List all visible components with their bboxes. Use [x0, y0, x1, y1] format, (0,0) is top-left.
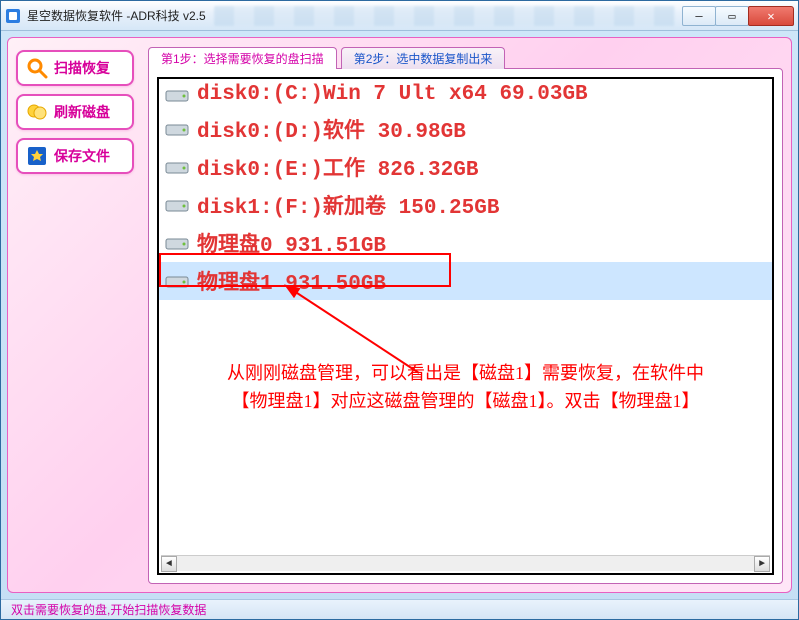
sidebar-item-label: 保存文件 [54, 146, 110, 166]
list-item-label: disk0:(D:)软件 30.98GB [197, 114, 466, 144]
disk-icon [165, 121, 189, 137]
app-window: 星空数据恢复软件 -ADR科技 v2.5 — ▭ ✕ 扫描恢复 刷新磁盘 [0, 0, 799, 620]
tab-step1[interactable]: 第1步：选择需要恢复的盘扫描 [148, 47, 337, 69]
scroll-left-button[interactable]: ◄ [161, 556, 177, 572]
maximize-button[interactable]: ▭ [715, 6, 749, 26]
list-item[interactable]: 物理盘0 931.51GB [159, 224, 772, 262]
app-icon [5, 8, 21, 24]
status-text: 双击需要恢复的盘,开始扫描恢复数据 [11, 601, 206, 618]
annotation-line: 从刚刚磁盘管理，可以看出是【磁盘1】需要恢复，在软件中 [169, 359, 762, 387]
list-item-label: 物理盘1 931.50GB [197, 266, 386, 296]
client-area: 扫描恢复 刷新磁盘 保存文件 第1步：选择需要恢复的盘扫描 第2步：选中数据复制… [7, 37, 792, 593]
sidebar: 扫描恢复 刷新磁盘 保存文件 [16, 46, 134, 584]
disk-icon [165, 87, 189, 103]
titlebar-blur [214, 6, 675, 26]
disk-listbox[interactable]: disk0:(C:)Win 7 Ult x64 69.03GB disk0:(D… [157, 77, 774, 575]
scroll-right-button[interactable]: ► [754, 556, 770, 572]
magnifier-icon [26, 57, 48, 79]
sidebar-item-scan-recover[interactable]: 扫描恢复 [16, 50, 134, 86]
titlebar[interactable]: 星空数据恢复软件 -ADR科技 v2.5 — ▭ ✕ [1, 1, 798, 31]
sidebar-item-label: 扫描恢复 [54, 58, 110, 78]
refresh-icon [26, 101, 48, 123]
window-controls: — ▭ ✕ [683, 6, 794, 26]
status-bar: 双击需要恢复的盘,开始扫描恢复数据 [1, 599, 798, 619]
scroll-track[interactable] [177, 556, 754, 571]
list-item[interactable]: disk0:(D:)软件 30.98GB [159, 110, 772, 148]
list-item-label: 物理盘0 931.51GB [197, 228, 386, 258]
list-item[interactable]: 物理盘1 931.50GB [159, 262, 772, 300]
annotation-line: 【物理盘1】对应这磁盘管理的【磁盘1】。双击【物理盘1】 [169, 387, 762, 415]
list-item[interactable]: disk0:(C:)Win 7 Ult x64 69.03GB [159, 79, 772, 110]
list-item-label: disk0:(C:)Win 7 Ult x64 69.03GB [197, 83, 588, 106]
sidebar-item-label: 刷新磁盘 [54, 102, 110, 122]
tab-panel: disk0:(C:)Win 7 Ult x64 69.03GB disk0:(D… [148, 68, 783, 584]
list-item[interactable]: disk1:(F:)新加卷 150.25GB [159, 186, 772, 224]
sidebar-item-refresh-disk[interactable]: 刷新磁盘 [16, 94, 134, 130]
tab-bar: 第1步：选择需要恢复的盘扫描 第2步：选中数据复制出来 [148, 46, 783, 68]
list-item-label: disk1:(F:)新加卷 150.25GB [197, 190, 499, 220]
list-item[interactable]: disk0:(E:)工作 826.32GB [159, 148, 772, 186]
disk-icon [165, 235, 189, 251]
tab-step2[interactable]: 第2步：选中数据复制出来 [341, 47, 506, 69]
window-title: 星空数据恢复软件 -ADR科技 v2.5 [27, 7, 206, 24]
disk-icon [165, 197, 189, 213]
sidebar-item-save-file[interactable]: 保存文件 [16, 138, 134, 174]
list-item-label: disk0:(E:)工作 826.32GB [197, 152, 478, 182]
close-button[interactable]: ✕ [748, 6, 794, 26]
horizontal-scrollbar[interactable]: ◄ ► [161, 555, 770, 571]
disk-icon [165, 273, 189, 289]
disk-icon [165, 159, 189, 175]
save-icon [26, 145, 48, 167]
main-panel: 第1步：选择需要恢复的盘扫描 第2步：选中数据复制出来 disk0:(C:)Wi… [148, 46, 783, 584]
annotation-text: 从刚刚磁盘管理，可以看出是【磁盘1】需要恢复，在软件中 【物理盘1】对应这磁盘管… [169, 359, 762, 415]
minimize-button[interactable]: — [682, 6, 716, 26]
